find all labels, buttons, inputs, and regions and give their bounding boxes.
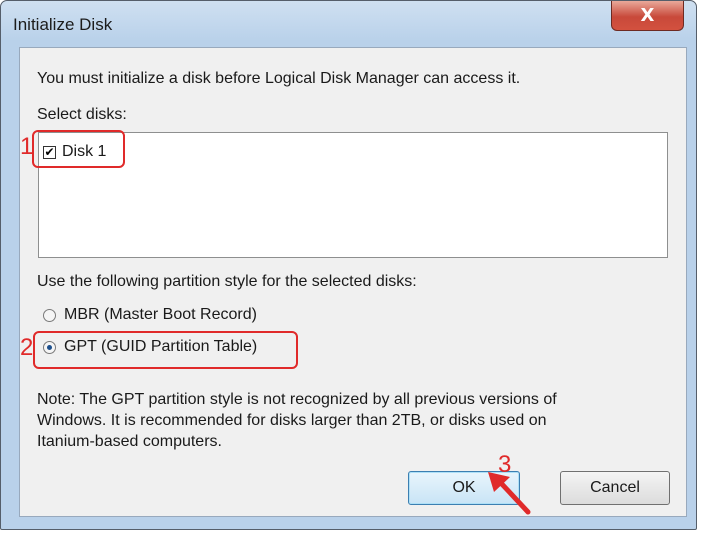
dialog-title: Initialize Disk <box>13 15 113 34</box>
annotation-box-gpt <box>33 331 298 369</box>
mbr-label: MBR (Master Boot Record) <box>64 306 257 323</box>
initialize-disk-dialog: Initialize Disk X You must initialize a … <box>0 0 697 530</box>
cancel-button[interactable]: Cancel <box>560 471 670 505</box>
mbr-option[interactable]: MBR (Master Boot Record) <box>43 306 257 324</box>
mbr-radio[interactable] <box>43 308 56 322</box>
close-button[interactable]: X <box>611 1 684 31</box>
annotation-box-disk <box>32 130 125 168</box>
close-icon: X <box>640 5 655 26</box>
disk-list[interactable]: ✔ Disk 1 <box>38 132 668 258</box>
note-line-3: Itanium-based computers. <box>37 433 222 450</box>
dialog-body: You must initialize a disk before Logica… <box>19 47 687 517</box>
annotation-step-2: 2 <box>20 334 34 361</box>
pointer-arrow-icon <box>488 472 531 515</box>
select-disks-label: Select disks: <box>37 106 127 123</box>
intro-text: You must initialize a disk before Logica… <box>37 70 521 87</box>
note-line-2: Windows. It is recommended for disks lar… <box>37 412 547 429</box>
partition-style-prompt: Use the following partition style for th… <box>37 273 417 290</box>
note-line-1: Note: The GPT partition style is not rec… <box>37 391 557 408</box>
